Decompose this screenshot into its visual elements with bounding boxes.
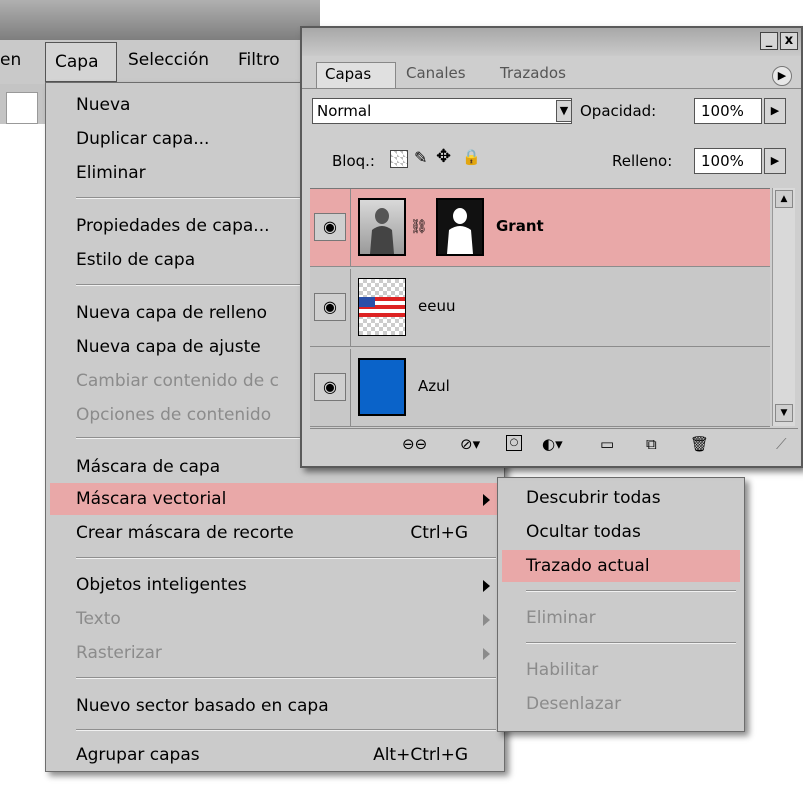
menu-item-texto: Texto [76,609,121,629]
menu-item-mascara-de-capa[interactable]: Máscara de capa [76,457,220,477]
menubar-item-seleccion[interactable]: Selección [128,50,209,70]
submenu-item-trazado-actual[interactable]: Trazado actual [526,556,650,576]
opacity-slider-button[interactable]: ▶ [764,98,786,124]
visibility-eye-icon[interactable]: ◉ [314,213,346,241]
layers-scrollbar[interactable]: ▲ ▼ [772,188,795,426]
lock-pixels-brush-icon[interactable]: ✎ [414,148,427,167]
options-bar-field[interactable] [6,92,38,124]
submenu-item-descubrir-todas[interactable]: Descubrir todas [526,488,661,508]
visibility-eye-icon[interactable]: ◉ [314,293,346,321]
layer-thumbnail-photo[interactable] [358,198,406,256]
visibility-eye-icon[interactable]: ◉ [314,373,346,401]
submenu-arrow-icon [483,614,490,626]
lock-all-padlock-icon[interactable]: 🔒 [462,148,481,166]
eye-column-divider [350,349,351,426]
scroll-up-button[interactable]: ▲ [775,190,793,208]
us-flag-icon [359,297,405,317]
submenu-arrow-icon [483,580,490,592]
new-layer-icon[interactable]: ⧉ [646,435,657,453]
submenu-item-ocultar-todas[interactable]: Ocultar todas [526,522,641,542]
link-layers-icon[interactable]: ⊖⊖ [402,435,427,453]
panel-bottom-toolbar: ⊖⊖ ⊘▾ ○ ◐▾ ▭ ⧉ 🗑 ⟋ [310,428,798,465]
panel-menu-button[interactable]: ▶ [772,66,792,86]
menu-separator [76,729,496,731]
menu-item-nueva-capa-de-ajuste[interactable]: Nueva capa de ajuste [76,337,261,357]
minimize-button[interactable]: _ [760,32,778,50]
shortcut-ctrl-g: Ctrl+G [410,523,468,543]
menu-item-agrupar-capas[interactable]: Agrupar capas [76,745,200,765]
lock-position-move-icon[interactable]: ✥ [436,146,451,167]
menu-item-objetos-inteligentes[interactable]: Objetos inteligentes [76,575,247,595]
lock-label: Bloq.: [332,152,375,170]
new-group-folder-icon[interactable]: ▭ [600,435,614,453]
tab-trazados[interactable]: Trazados [492,62,608,88]
menu-item-opciones-de-contenido: Opciones de contenido [76,405,272,425]
lock-transparency-icon[interactable] [390,150,408,168]
menubar-item-partial[interactable]: en [0,50,21,70]
fill-input[interactable]: 100% [694,148,762,174]
scroll-down-button[interactable]: ▼ [775,404,793,422]
eye-column-divider [350,189,351,266]
opacity-label: Opacidad: [580,102,657,120]
layers-list: ◉ ⛓ Grant ◉ eeuu ◉ Azul [310,188,770,427]
tab-divider [302,88,801,89]
layer-name[interactable]: Grant [496,217,544,235]
submenu-item-desenlazar: Desenlazar [526,694,622,714]
shortcut-alt-ctrl-g: Alt+Ctrl+G [373,745,468,765]
layer-style-fx-icon[interactable]: ⊘▾ [460,435,480,453]
menu-item-estilo-de-capa[interactable]: Estilo de capa [76,250,195,270]
layer-name[interactable]: Azul [418,377,450,395]
menu-item-mascara-vectorial[interactable]: Máscara vectorial [76,489,226,509]
portrait-icon [370,208,394,254]
app-title-band [0,0,320,40]
menu-item-cambiar-contenido: Cambiar contenido de c [76,371,279,391]
layer-thumbnail-flag[interactable] [358,278,406,336]
eye-column-divider [350,269,351,346]
layer-name[interactable]: eeuu [418,297,455,315]
menu-item-crear-mascara-de-recorte[interactable]: Crear máscara de recorte [76,523,294,543]
submenu-item-eliminar: Eliminar [526,608,596,628]
vector-mask-thumbnail[interactable] [436,198,484,256]
layer-thumbnail-blue[interactable] [358,358,406,416]
opacity-input[interactable]: 100% [694,98,762,124]
menubar-item-capa[interactable]: Capa [45,42,117,82]
submenu-item-habilitar: Habilitar [526,660,599,680]
chevron-down-icon[interactable]: ▼ [556,100,572,122]
menubar-item-filtro[interactable]: Filtro [238,50,280,70]
menu-item-nueva[interactable]: Nueva [76,95,130,115]
menu-separator [76,557,496,559]
menu-separator [76,677,496,679]
menu-item-rasterizar: Rasterizar [76,643,162,663]
tab-capas[interactable]: Capas [316,62,396,88]
menu-separator [526,642,736,644]
layers-panel: _ x Capas Canales Trazados ▶ Normal ▼ Op… [300,26,803,468]
menu-item-eliminar[interactable]: Eliminar [76,163,146,183]
layer-row-eeuu[interactable]: ◉ eeuu [310,269,770,347]
menu-item-nueva-capa-de-relleno[interactable]: Nueva capa de relleno [76,303,267,323]
fill-slider-button[interactable]: ▶ [764,148,786,174]
resize-grip-icon[interactable]: ⟋ [776,435,787,453]
layer-row-grant[interactable]: ◉ ⛓ Grant [310,189,770,267]
delete-layer-trash-icon[interactable]: 🗑 [690,435,709,453]
menubar-item-capa-label: Capa [55,52,99,72]
fill-label: Relleno: [612,152,673,170]
blend-mode-select[interactable]: Normal [312,98,572,124]
tab-canales[interactable]: Canales [398,62,488,88]
menu-separator [526,590,736,592]
mask-link-chain-icon[interactable]: ⛓ [410,219,428,235]
layer-row-azul[interactable]: ◉ Azul [310,349,770,427]
mascara-vectorial-submenu: Descubrir todas Ocultar todas Trazado ac… [497,477,745,732]
close-button[interactable]: x [780,32,798,50]
menu-item-duplicar-capa[interactable]: Duplicar capa... [76,129,209,149]
adjustment-layer-icon[interactable]: ◐▾ [542,435,563,453]
submenu-arrow-icon [483,648,490,660]
silhouette-mask-icon [447,208,473,254]
add-mask-icon[interactable]: ○ [506,435,522,451]
panel-title-bar[interactable]: _ x [302,28,801,56]
menu-item-nuevo-sector[interactable]: Nuevo sector basado en capa [76,696,329,716]
submenu-arrow-icon [483,494,490,506]
menu-item-propiedades-de-capa[interactable]: Propiedades de capa... [76,216,270,236]
